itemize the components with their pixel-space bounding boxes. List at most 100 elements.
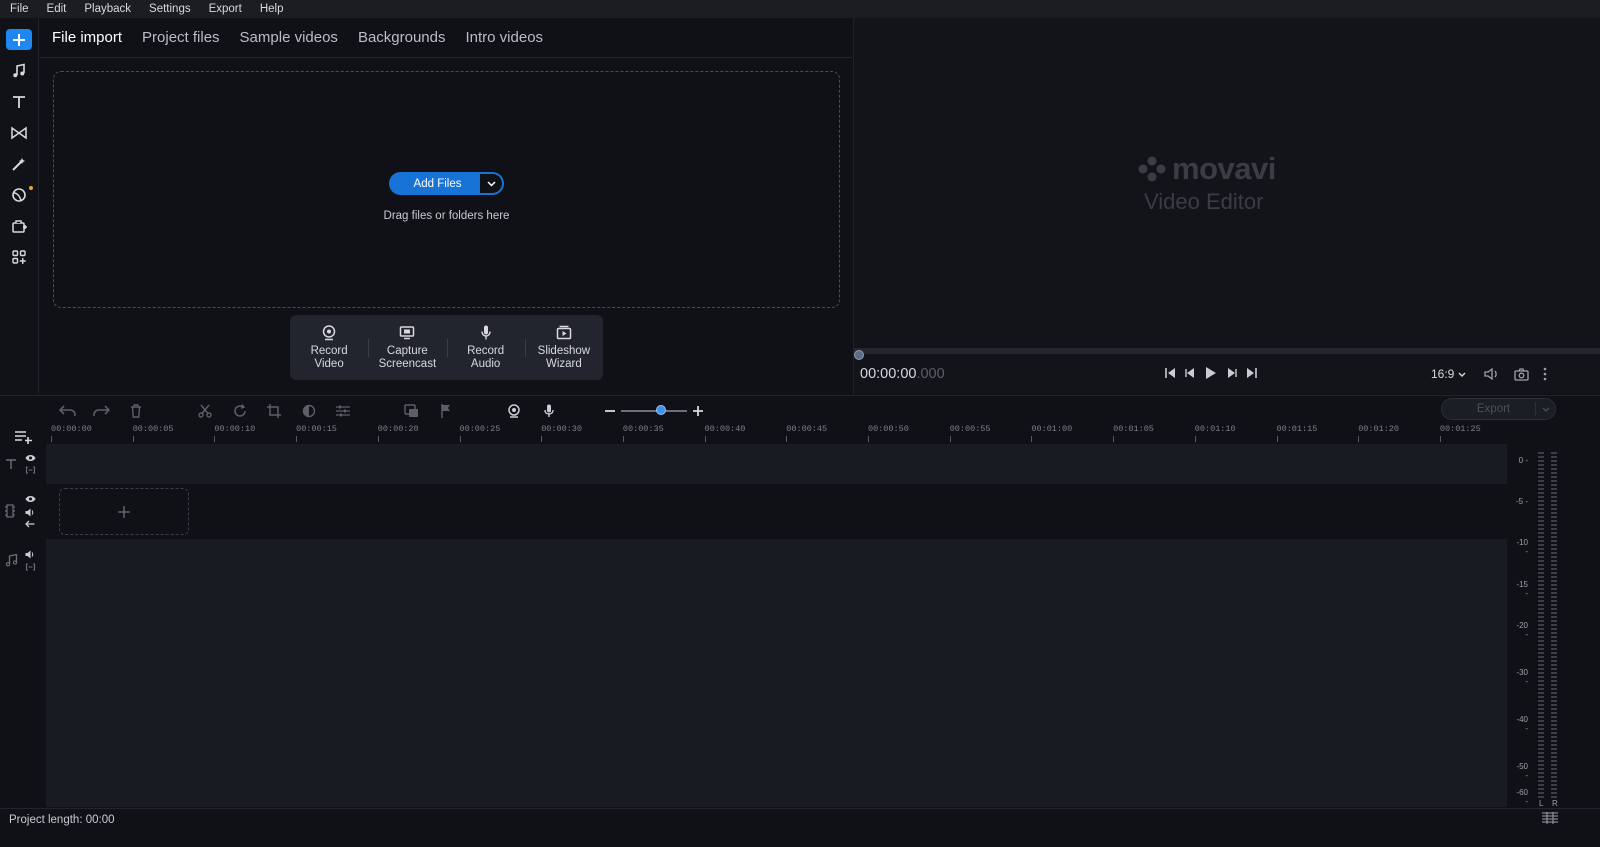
undo-button[interactable]: [59, 402, 77, 420]
audio-track-label: [4, 553, 18, 567]
record-audio-button[interactable]: Record Audio: [446, 315, 525, 380]
tab-intro-videos[interactable]: Intro videos: [466, 18, 544, 58]
audio-track-mute-toggle[interactable]: [24, 549, 36, 559]
tab-sample-videos[interactable]: Sample videos: [240, 18, 338, 58]
previous-frame-button[interactable]: [1184, 367, 1196, 379]
filters-tool-button[interactable]: [8, 153, 30, 175]
tab-backgrounds[interactable]: Backgrounds: [358, 18, 446, 58]
overlay-button[interactable]: [402, 402, 420, 420]
add-track-button[interactable]: [14, 428, 34, 446]
menu-settings[interactable]: Settings: [139, 0, 199, 18]
record-options-bar: Record Video Capture Screencast Record A…: [290, 315, 603, 380]
crop-button[interactable]: [265, 402, 283, 420]
menu-export[interactable]: Export: [199, 0, 250, 18]
link-icon: [25, 563, 35, 571]
zoom-out-button[interactable]: [601, 402, 619, 420]
video-track-collapse-toggle[interactable]: [24, 519, 36, 529]
redo-button[interactable]: [92, 402, 110, 420]
export-dropdown[interactable]: [1535, 402, 1555, 416]
zoom-slider-track[interactable]: [621, 410, 687, 412]
minus-icon: [605, 410, 615, 412]
tab-file-import[interactable]: File import: [52, 18, 122, 58]
preview-extra-controls: [1484, 367, 1547, 381]
timeline-ruler[interactable]: 00:00:00 00:00:05 00:00:10 00:00:15 00:00:20…: [46, 424, 1507, 444]
audio-track-link-toggle[interactable]: [24, 562, 36, 572]
stickers-tool-button[interactable]: [8, 184, 33, 206]
title-track-link-toggle[interactable]: [24, 465, 36, 475]
add-media-placeholder[interactable]: [59, 488, 189, 535]
layout-toggle-button[interactable]: [1542, 812, 1558, 824]
speaker-icon: [25, 508, 34, 516]
aspect-ratio-selector[interactable]: 16:9: [1431, 367, 1466, 381]
project-length: Project length: 00:00: [9, 813, 115, 826]
video-track-label: [4, 504, 16, 518]
zoom-in-button[interactable]: [689, 402, 707, 420]
title-track[interactable]: [46, 444, 1507, 484]
title-track-label: [5, 457, 17, 471]
add-marker-button[interactable]: [437, 402, 455, 420]
capture-screencast-button[interactable]: Capture Screencast: [368, 315, 446, 380]
video-track-mute-toggle[interactable]: [24, 507, 36, 517]
tab-project-files[interactable]: Project files: [142, 18, 220, 58]
import-plus-button[interactable]: [6, 29, 32, 50]
timeline-toolbar: Export: [0, 395, 1600, 424]
more-tools-button[interactable]: [8, 215, 30, 237]
seek-handle[interactable]: [854, 350, 864, 360]
video-track[interactable]: [46, 485, 1507, 538]
preview-panel: movavi Video Editor 00:00:00.000 16:9: [853, 18, 1600, 394]
zoom-slider-handle[interactable]: [656, 405, 666, 415]
slideshow-wizard-line2: Wizard: [545, 358, 582, 370]
record-video-button[interactable]: Record Video: [290, 315, 368, 380]
add-files-dropdown[interactable]: [480, 174, 502, 193]
next-frame-button[interactable]: [1226, 367, 1238, 379]
step-forward-icon: [1228, 368, 1237, 378]
rotate-button[interactable]: [231, 402, 249, 420]
more-options-button[interactable]: [1543, 367, 1547, 381]
capture-screencast-line1: Capture: [386, 345, 428, 357]
play-button[interactable]: [1204, 366, 1218, 380]
delete-button[interactable]: [127, 402, 145, 420]
record-voiceover-button[interactable]: [540, 402, 558, 420]
go-to-end-button[interactable]: [1246, 367, 1258, 379]
ruler-tick-label: 00:00:15: [296, 424, 337, 442]
export-label: Export: [1476, 403, 1511, 415]
toolbox-icon: [12, 220, 27, 233]
step-back-icon: [1185, 368, 1194, 378]
music-tool-button[interactable]: [8, 60, 30, 82]
go-to-start-button[interactable]: [1164, 367, 1176, 379]
snapshot-button[interactable]: [1514, 367, 1529, 381]
meter-db-label: 0 -: [1518, 456, 1528, 465]
slideshow-wizard-button[interactable]: Slideshow Wizard: [524, 315, 603, 380]
menu-edit[interactable]: Edit: [37, 0, 75, 18]
link-icon: [25, 466, 35, 474]
skip-forward-icon: [1247, 368, 1257, 378]
title-track-visibility-toggle[interactable]: [24, 453, 36, 463]
menu-playback[interactable]: Playback: [74, 0, 139, 18]
audio-track[interactable]: [46, 539, 1507, 807]
ruler-tick-label: 00:00:40: [704, 424, 746, 442]
video-track-visibility-toggle[interactable]: [24, 494, 36, 504]
color-adjust-button[interactable]: [300, 402, 318, 420]
titles-tool-button[interactable]: [8, 91, 30, 113]
add-files-label: Add Files: [413, 177, 462, 190]
transitions-tool-button[interactable]: [8, 122, 30, 144]
ruler-tick-label: 00:00:20: [377, 424, 419, 442]
cut-button[interactable]: [196, 402, 214, 420]
add-files-button[interactable]: Add Files: [389, 172, 504, 195]
eye-icon: [25, 455, 35, 461]
clip-properties-button[interactable]: [334, 402, 352, 420]
volume-button[interactable]: [1484, 367, 1500, 381]
kebab-menu-icon: [1543, 367, 1547, 381]
ruler-tick-label: 00:01:05: [1113, 424, 1154, 442]
menu-help[interactable]: Help: [250, 0, 292, 18]
music-note-icon: [13, 63, 25, 78]
preview-seek-bar[interactable]: [854, 348, 1600, 354]
record-webcam-button[interactable]: [505, 402, 523, 420]
menu-file[interactable]: File: [0, 0, 37, 18]
widgets-tool-button[interactable]: [8, 246, 30, 268]
ruler-tick-label: 00:00:50: [868, 424, 909, 442]
export-button[interactable]: Export: [1441, 398, 1556, 420]
timecode-main: 00:00:00: [860, 366, 917, 382]
meter-db-label: -60 -: [1516, 788, 1528, 806]
file-drop-zone[interactable]: Add Files Drag files or folders here: [53, 71, 840, 308]
